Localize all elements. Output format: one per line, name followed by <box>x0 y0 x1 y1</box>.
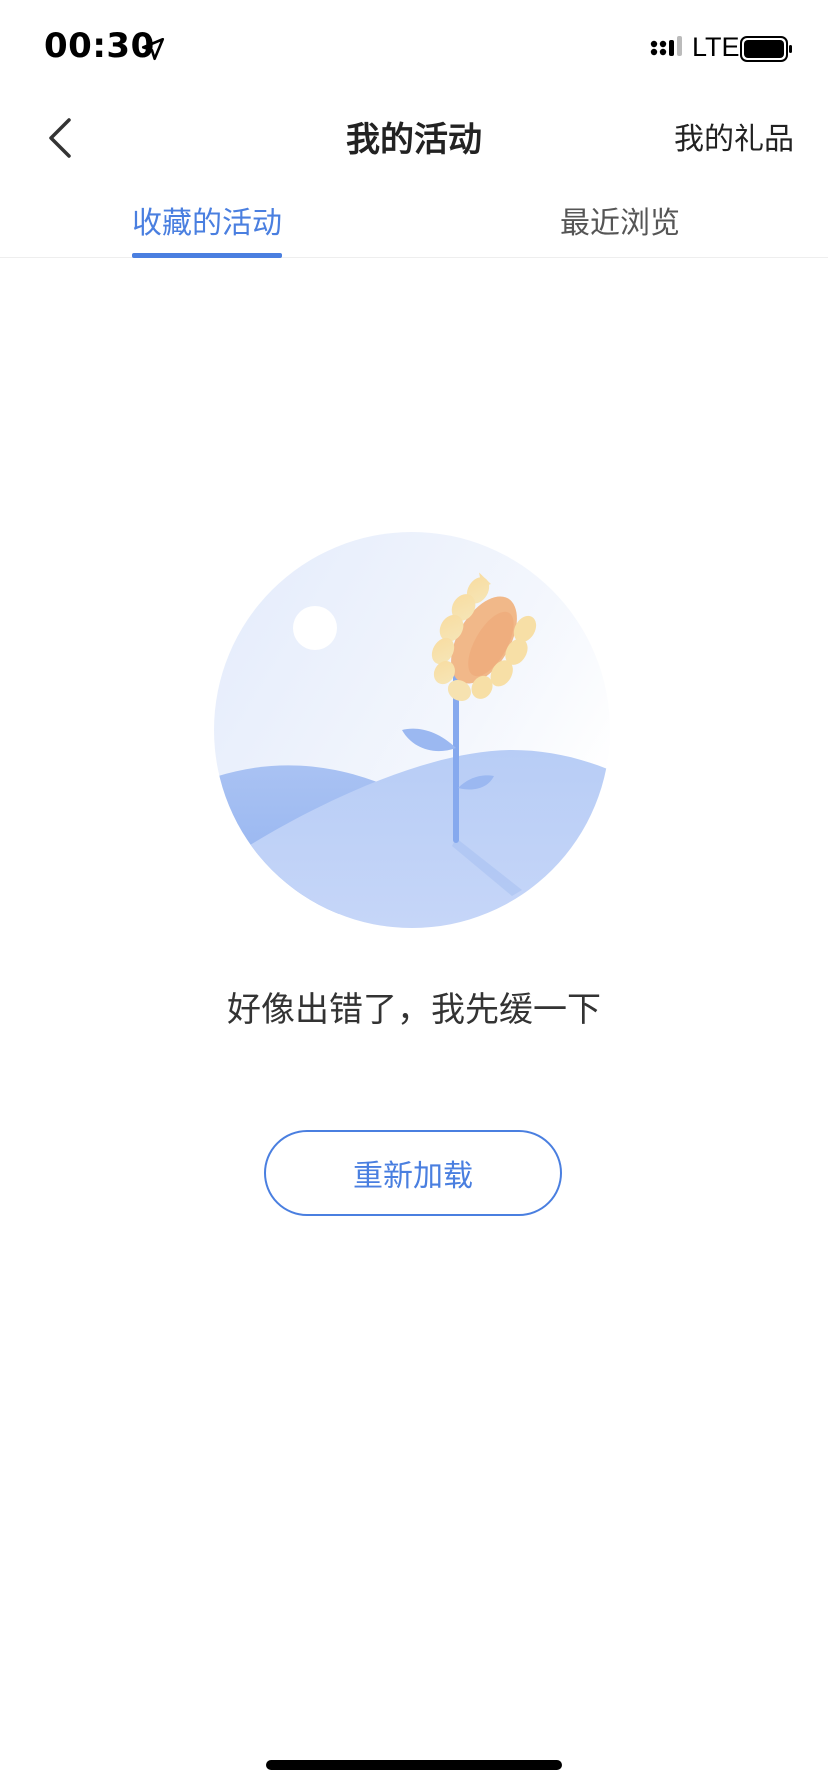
tab-bar: 收藏的活动 最近浏览 <box>0 190 828 258</box>
active-tab-indicator <box>132 253 282 258</box>
error-message: 好像出错了，我先缓一下 <box>227 990 601 1030</box>
reload-button[interactable]: 重新加载 <box>264 1130 562 1216</box>
battery-icon <box>740 36 792 62</box>
my-gifts-link[interactable]: 我的礼品 <box>674 114 794 158</box>
location-arrow-icon <box>141 37 165 61</box>
status-bar: 00:30 LTE <box>0 0 828 100</box>
status-time: 00:30 <box>44 26 155 66</box>
network-type-label: LTE <box>692 32 740 62</box>
tab-favorite-activities[interactable]: 收藏的活动 <box>132 198 282 258</box>
signal-icon <box>650 36 682 56</box>
nav-bar: 我的活动 我的礼品 <box>0 100 828 188</box>
tab-recently-viewed[interactable]: 最近浏览 <box>560 198 680 258</box>
screen: 00:30 LTE 我的活动 我的礼品 收藏的活动 最近浏览 好像出错了，我先缓… <box>0 0 828 1792</box>
home-indicator[interactable] <box>266 1760 562 1770</box>
sunflower-hill-illustration <box>214 532 610 928</box>
